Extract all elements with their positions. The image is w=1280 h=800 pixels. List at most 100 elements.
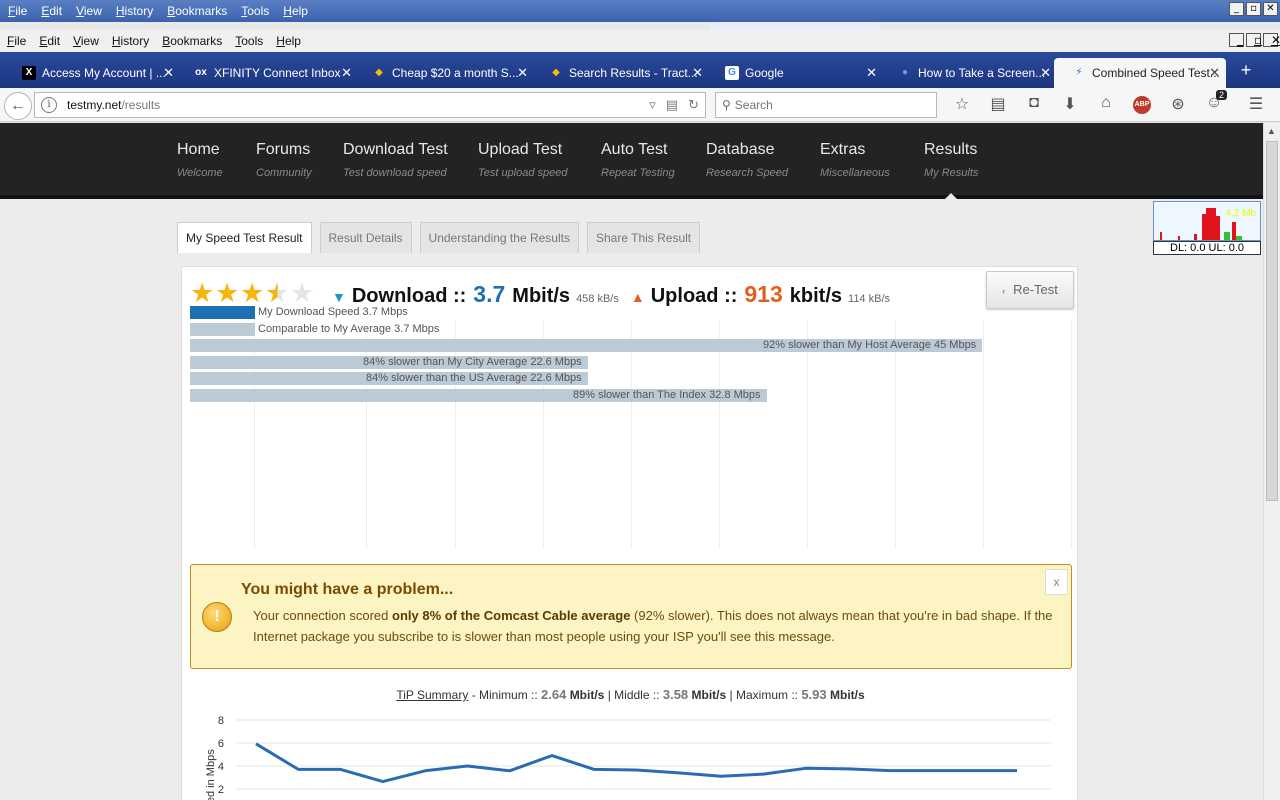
nav-auto-test[interactable]: Auto Test Repeat Testing [601,141,675,179]
tip-unit-min: Mbit/s [569,688,605,702]
ff-menu-view[interactable]: View [66,34,105,48]
scrollbar-thumb[interactable] [1266,141,1278,501]
nav-home[interactable]: Home Welcome [177,141,223,179]
download-bar-label: Comparable to My Average 3.7 Mbps [258,323,440,335]
nav-title: Auto Test [601,141,668,158]
ff-menu-help[interactable]: Help [269,34,307,48]
gridline [1071,321,1072,549]
extension-badge: 2 [1216,90,1228,100]
hamburger-menu-icon[interactable]: ☰ [1238,94,1274,116]
reader-view-icon[interactable]: ▤ [666,97,678,113]
nav-subtitle: Research Speed [706,167,788,179]
tab-4[interactable]: ◆ Search Results - Tract... ✕ [531,58,709,88]
bookmarks-list-icon[interactable]: ▤ [980,94,1016,116]
tab-6[interactable]: ● How to Take a Screen... ✕ [880,58,1057,88]
close-tab-icon[interactable]: ✕ [341,65,352,81]
nav-upload-test[interactable]: Upload Test Test upload speed [478,141,568,179]
url-host: testmy.net [67,98,122,112]
nav-title: Database [706,141,775,158]
alert-close-button[interactable]: x [1045,569,1068,595]
nav-database[interactable]: Database Research Speed [706,141,788,179]
star-icon: ★ [265,278,290,309]
alert-text-1: Your connection scored [253,608,393,623]
subtab-share-this-result[interactable]: Share This Result [586,222,701,253]
back-button[interactable]: ← [4,92,32,120]
nav-extras[interactable]: Extras Miscellaneous [820,141,890,179]
tab-3[interactable]: ◆ Cheap $20 a month S... ✕ [354,58,534,88]
reload-icon[interactable]: ↻ [688,97,699,113]
ff-maximize-button[interactable]: ▫ [1246,33,1262,47]
nav-download-test[interactable]: Download Test Test download speed [343,141,448,179]
download-arrow-icon: ▼ [332,289,346,305]
minimize-button[interactable]: _ [1229,2,1244,16]
site-info-icon[interactable]: i [41,97,57,113]
page-scrollbar[interactable]: ▲ [1263,123,1280,800]
pocket-icon[interactable]: ◘ [1016,94,1052,116]
home-icon[interactable]: ⌂ [1088,94,1124,116]
ff-menu-edit[interactable]: Edit [32,34,66,48]
tip-mid-label: | Middle :: [607,688,660,702]
os-menu-file[interactable]: File [0,4,33,18]
os-menu-edit[interactable]: Edit [33,4,68,18]
tab-5[interactable]: G Google ✕ [707,58,883,88]
close-tab-icon[interactable]: ✕ [517,65,528,81]
upload-label: Upload :: [650,285,738,307]
nav-title: Extras [820,141,866,158]
speed-line-chart: 2 4 6 8 Speed in Mbps [205,715,1051,800]
ff-minimize-button[interactable]: _ [1229,33,1244,47]
tip-summary-link[interactable]: TiP Summary [396,688,468,702]
downloads-icon[interactable]: ⬇ [1052,94,1088,116]
problem-alert: ! You might have a problem... Your conne… [190,564,1072,669]
ghost-tab [710,22,880,30]
ff-close-button[interactable]: ✕ [1263,33,1280,47]
tab-2[interactable]: ox XFINITY Connect Inbox ✕ [176,58,358,88]
scroll-up-icon[interactable]: ▲ [1267,126,1276,136]
close-tab-icon[interactable]: ✕ [163,65,174,81]
bookmark-star-icon[interactable]: ☆ [944,94,980,116]
ff-menu-tools[interactable]: Tools [228,34,269,48]
download-bar-label: 84% slower than the US Average 22.6 Mbps [366,372,582,384]
ff-menu-file[interactable]: File [0,34,32,48]
ff-menu-history[interactable]: History [105,34,155,48]
os-menu-tools[interactable]: Tools [233,4,275,18]
close-tab-icon[interactable]: ✕ [1040,65,1051,81]
os-menu-history[interactable]: History [108,4,159,18]
nav-forums[interactable]: Forums Community [256,141,312,179]
os-menu-view[interactable]: View [68,4,108,18]
y-tick-label: 2 [218,784,224,796]
ff-menu-bookmarks[interactable]: Bookmarks [155,34,228,48]
subtab-understanding-the-results[interactable]: Understanding the Results [419,222,579,253]
dropdown-history-icon[interactable]: ▿ [649,97,656,113]
adblock-plus-icon[interactable]: ABP [1133,96,1151,114]
address-bar[interactable]: i testmy.net/results ▿ ▤ ↻ [34,92,706,118]
extension-globe-icon[interactable]: ⊛ [1160,94,1196,116]
close-tab-icon[interactable]: ✕ [1209,65,1220,81]
subtab-result-details[interactable]: Result Details [319,222,412,253]
nav-results[interactable]: Results My Results [924,141,978,179]
nav-subtitle: Miscellaneous [820,167,890,179]
maximize-button[interactable]: ▫ [1246,2,1261,16]
web-page: Home Welcome Forums Community Download Test T… [0,123,1263,800]
tab-7[interactable]: ⚡ Combined Speed Test... ✕ [1054,58,1226,88]
download-bar [190,306,255,319]
road-sign-icon: ◆ [552,67,560,78]
search-box[interactable]: ⚲ [715,92,937,118]
close-tab-icon[interactable]: ✕ [692,65,703,81]
star-icon: ★ [190,278,215,309]
os-menu-help[interactable]: Help [275,4,314,18]
new-tab-button[interactable]: + [1236,60,1256,81]
retest-button[interactable]: ‹ Re-Test [986,271,1074,309]
search-input[interactable] [734,98,915,112]
nav-title: Upload Test [478,141,563,158]
os-menu-bookmarks[interactable]: Bookmarks [159,4,233,18]
star-icon: ★ [240,278,265,309]
alert-title: You might have a problem... [241,581,454,598]
download-bar-label: 92% slower than My Host Average 45 Mbps [763,339,977,351]
tab-1[interactable]: X Access My Account | ... ✕ [4,58,180,88]
close-button[interactable]: ✕ [1263,2,1278,16]
subtab-my-speed-test-result[interactable]: My Speed Test Result [177,222,312,253]
xfinity-ox-icon: ox [195,67,207,78]
close-tab-icon[interactable]: ✕ [866,65,877,81]
star-icon: ★ [215,278,240,309]
gridline [807,321,808,549]
